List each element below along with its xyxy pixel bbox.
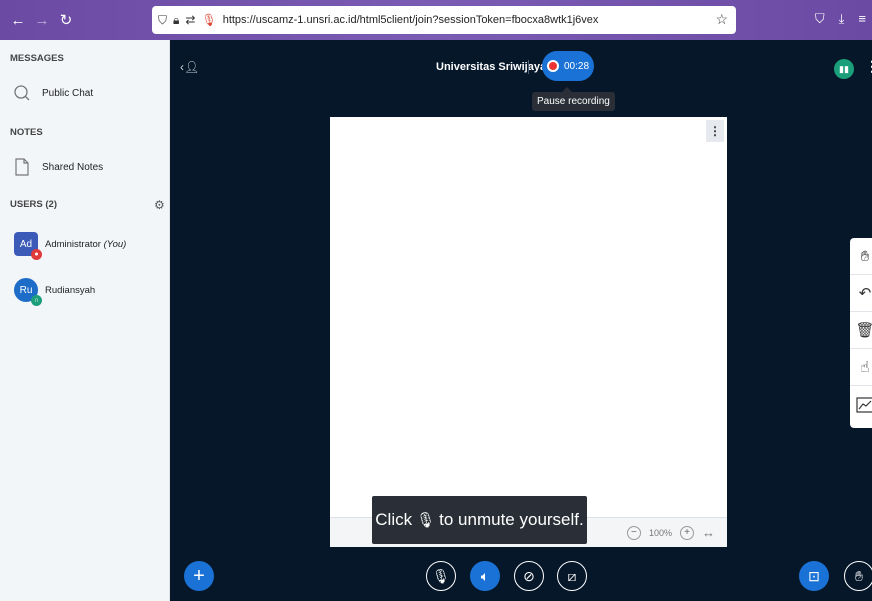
menu-icon[interactable]: ≡	[858, 11, 866, 27]
pocket-icon[interactable]: ⛉	[815, 11, 825, 27]
messages-heading: MESSAGES	[10, 53, 64, 64]
notes-icon	[12, 157, 32, 177]
actions-button[interactable]: +	[184, 561, 214, 591]
reload-icon[interactable]: ↻	[54, 11, 78, 29]
hand-tool-icon[interactable]: ✋︎	[850, 238, 872, 275]
plus-icon: +	[193, 564, 205, 587]
meeting-title: Universitas Sriwijaya	[436, 61, 547, 73]
recording-tooltip: Pause recording	[532, 87, 615, 111]
url-text[interactable]: https://uscamz-1.unsri.ac.id/html5client…	[223, 14, 599, 26]
more-options-icon[interactable]: ⋮	[865, 58, 872, 75]
recording-button[interactable]: 00:28	[542, 51, 594, 81]
presentation-menu-icon[interactable]: ⋮	[706, 120, 724, 142]
speaker-icon: 🔈︎	[480, 567, 490, 584]
user-name: Rudiansyah	[45, 284, 96, 296]
bookmark-star-icon[interactable]: ☆	[715, 11, 728, 28]
zoom-out-icon[interactable]: −	[626, 525, 641, 540]
meeting-area: ‹👤︎ Universitas Sriwijaya 00:28 Pause re…	[170, 40, 872, 601]
muted-mic-icon: 🎙︎	[416, 512, 436, 529]
share-screen-button[interactable]: ⧄	[557, 561, 587, 591]
headphone-icon: ∩	[31, 295, 42, 306]
connection-status-icon[interactable]: ▮▮	[834, 59, 854, 79]
you-tag: (You)	[103, 238, 127, 250]
presentation-icon: ⊡	[808, 567, 820, 584]
avatar: Ru ∩	[14, 278, 42, 306]
unmute-toast: Click 🎙︎ to unmute yourself.	[372, 496, 587, 544]
share-webcam-button[interactable]: ⊘	[514, 561, 544, 591]
undo-icon[interactable]: ↶	[850, 275, 872, 312]
gear-icon[interactable]: ⚙	[154, 198, 165, 212]
permissions-icon[interactable]: ⇄	[185, 13, 195, 27]
address-bar[interactable]: ⛉ 🔒︎ ⇄ 🎙︎ https://uscamz-1.unsri.ac.id/h…	[152, 6, 736, 34]
user-item-administrator[interactable]: Ad ● Administrator (You)	[14, 232, 127, 260]
back-icon[interactable]: ←	[6, 12, 30, 29]
fit-width-icon[interactable]: ↔	[702, 525, 715, 540]
toggle-userlist-icon[interactable]: ‹👤︎	[180, 60, 199, 74]
presentation-button[interactable]: ⊡	[799, 561, 829, 591]
audio-button[interactable]: 🔈︎	[470, 561, 500, 591]
zoom-level: 100%	[648, 527, 672, 538]
record-icon	[546, 60, 559, 72]
avatar: Ad ●	[14, 232, 42, 260]
shared-notes-item[interactable]: Shared Notes	[12, 157, 103, 177]
multi-user-icon[interactable]: ☝︎	[850, 349, 872, 386]
trash-icon[interactable]: 🗑︎	[850, 312, 872, 349]
microphone-icon[interactable]: 🎙︎	[201, 13, 216, 27]
raise-hand-button[interactable]: ✋︎	[844, 561, 872, 591]
user-name: Administrator	[45, 238, 101, 250]
sidebar: MESSAGES Public Chat NOTES Shared Notes …	[0, 40, 170, 601]
lock-icon: 🔒︎	[173, 12, 180, 27]
screen-share-off-icon: ⧄	[567, 567, 577, 584]
divider	[528, 60, 529, 74]
browser-tools: ⛉ ⤓ ≡	[815, 11, 866, 27]
avatar-initials: Ad	[19, 238, 33, 250]
toast-text-before: Click	[375, 510, 413, 529]
notes-heading: NOTES	[10, 127, 43, 138]
muted-mic-icon: ●	[31, 249, 42, 260]
public-chat-item[interactable]: Public Chat	[12, 83, 93, 103]
forward-icon[interactable]: →	[30, 12, 54, 29]
avatar-initials: Ru	[19, 284, 33, 296]
muted-mic-icon: 🎙︎	[432, 567, 450, 584]
browser-toolbar: ← → ↻ ⛉ 🔒︎ ⇄ 🎙︎ https://uscamz-1.unsri.a…	[0, 0, 872, 40]
presentation-whiteboard[interactable]: ⋮ − 100% + ↔	[330, 117, 727, 547]
user-item-rudiansyah[interactable]: Ru ∩ Rudiansyah	[14, 278, 96, 306]
zoom-in-icon[interactable]: +	[680, 525, 694, 540]
toast-text-after: to unmute yourself.	[439, 510, 584, 529]
download-icon[interactable]: ⤓	[839, 11, 845, 27]
chat-icon	[12, 83, 32, 103]
users-heading: USERS (2)	[10, 199, 57, 210]
raise-hand-icon: ✋︎	[855, 567, 863, 584]
webcam-off-icon: ⊘	[523, 567, 535, 584]
chart-icon[interactable]	[850, 386, 872, 423]
shared-notes-label: Shared Notes	[42, 161, 104, 173]
zoom-controls: − 100% + ↔	[626, 525, 715, 540]
whiteboard-toolbar: ✋︎ ↶ 🗑︎ ☝︎	[850, 238, 872, 428]
public-chat-label: Public Chat	[42, 87, 94, 99]
recording-time: 00:28	[563, 60, 590, 72]
unmute-button[interactable]: 🎙︎	[426, 561, 456, 591]
shield-icon: ⛉	[158, 12, 168, 27]
